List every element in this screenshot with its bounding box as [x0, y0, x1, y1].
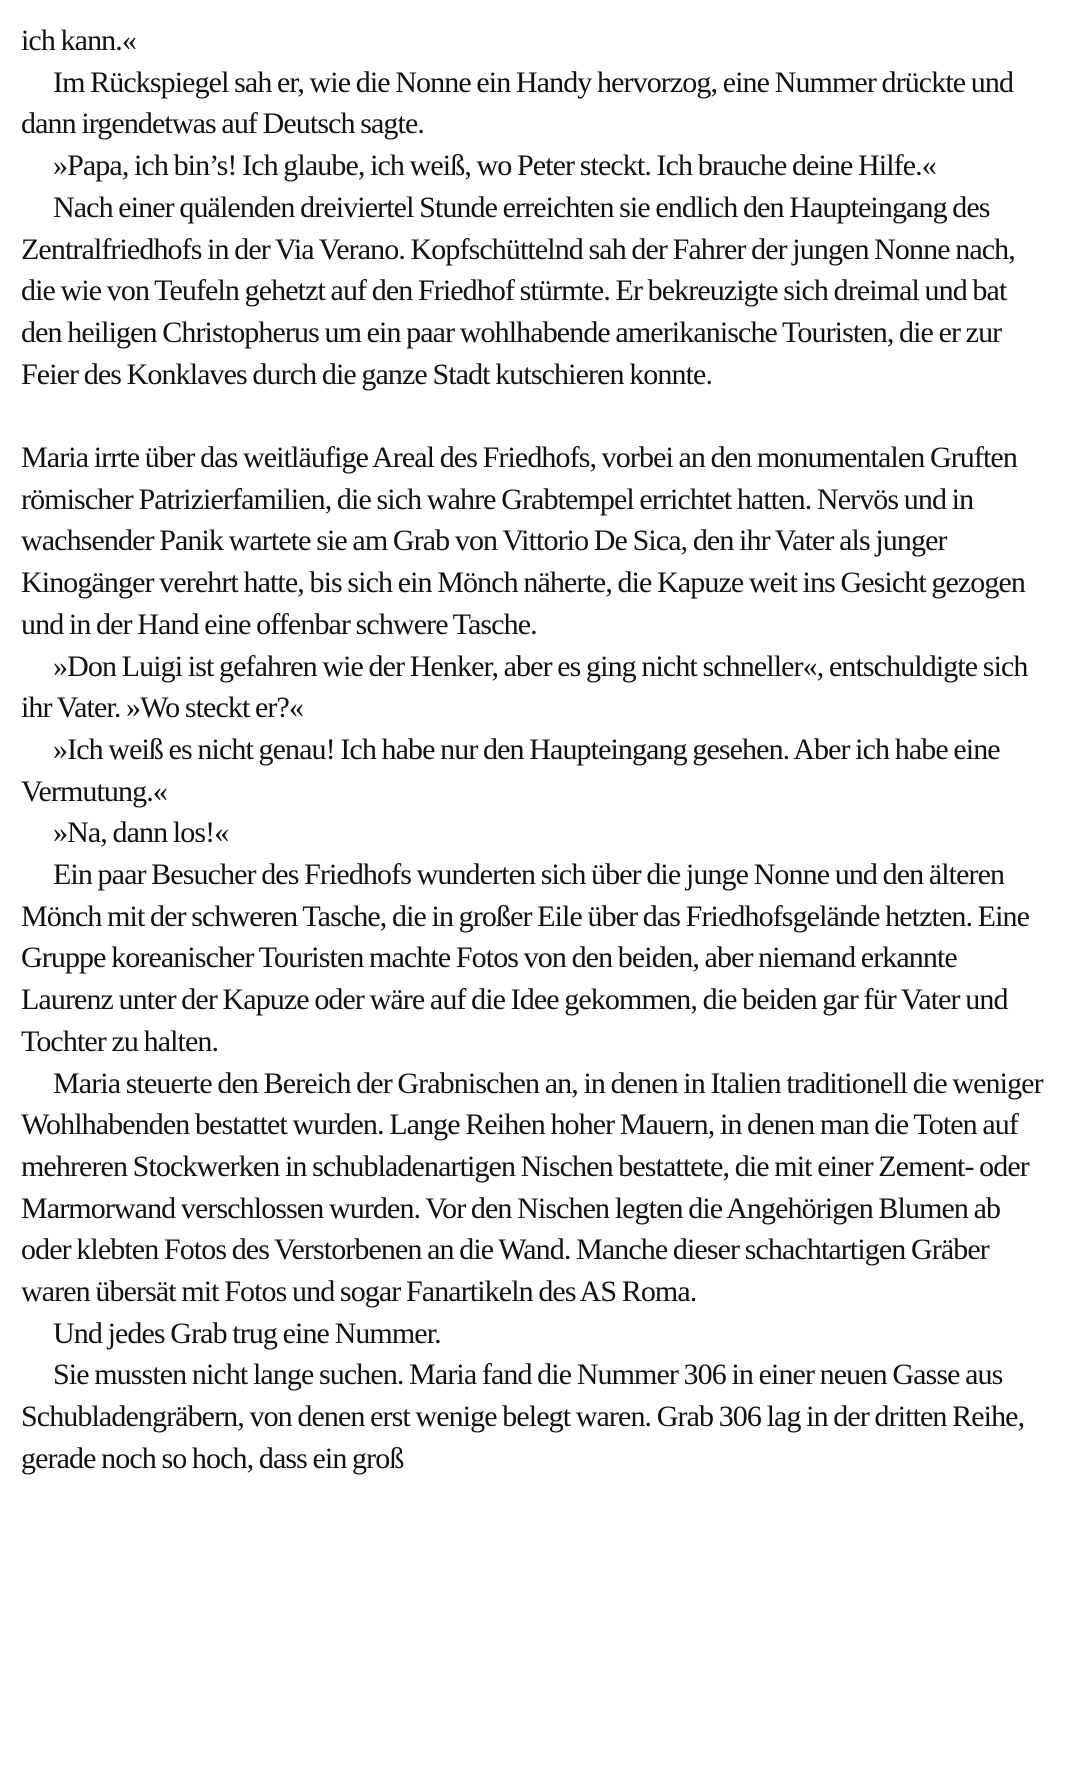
- paragraph-papa: »Papa, ich bin’s! Ich glaube, ich weiß, …: [53, 149, 937, 183]
- paragraph-maria-irrte: Maria irrte über das weitläufige Areal d…: [21, 441, 1026, 641]
- paragraph-haupteingang: Nach einer quälenden dreiviertel Stunde …: [21, 190, 1016, 391]
- paragraph-rueckspiegel: Im Rückspiegel sah er, wie die Nonne ein…: [21, 65, 1014, 141]
- paragraph-vermutung: »Ich weiß es nicht genau! Ich habe nur d…: [21, 732, 1001, 808]
- book-page: ich kann.« Im Rückspiegel sah er, wie di…: [0, 0, 1067, 1780]
- paragraph-nummer: Und jedes Grab trug eine Nummer.: [53, 1316, 442, 1350]
- section-break: [21, 395, 1047, 437]
- paragraph-besucher: Ein paar Besucher des Friedhofs wunderte…: [21, 858, 1030, 1058]
- paragraph-dann-los: »Na, dann los!«: [53, 816, 229, 850]
- paragraph-continuation: ich kann.«: [21, 24, 137, 57]
- paragraph-grab-306: Sie mussten nicht lange suchen. Maria fa…: [21, 1358, 1025, 1475]
- paragraph-don-luigi: »Don Luigi ist gefahren wie der Henker, …: [21, 649, 1028, 725]
- paragraph-grabnischen: Maria steuerte den Bereich der Grabnisch…: [21, 1066, 1044, 1309]
